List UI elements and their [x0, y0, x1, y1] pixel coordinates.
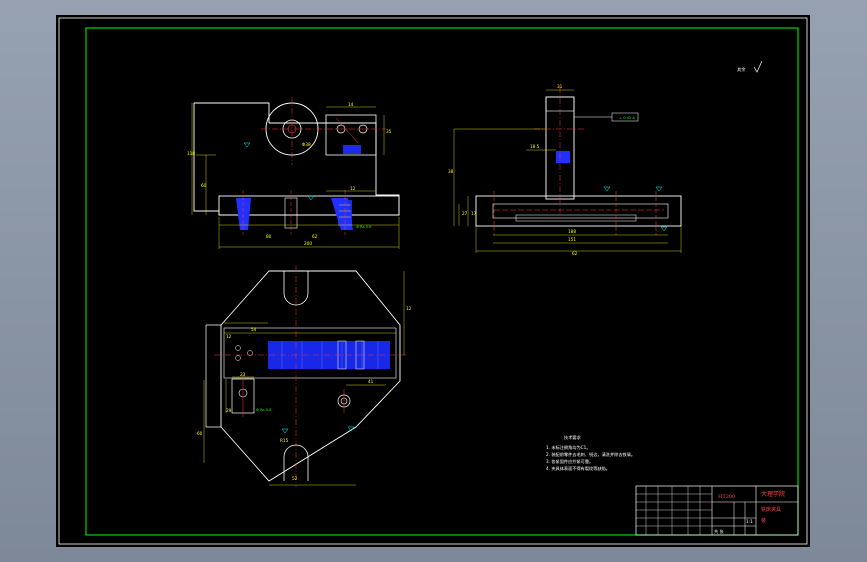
- drawing-name-2: 装: [761, 517, 766, 524]
- drawing-name: 铣床夹具: [761, 506, 781, 513]
- svg-text:41: 41: [368, 379, 374, 384]
- svg-text:118: 118: [187, 151, 195, 156]
- sheet-count-label: 共 张: [714, 528, 725, 535]
- drawing-sheet: 其余 118 60 80 62 200 14 35 Φ38 12 Φ Ra 0.…: [56, 15, 810, 547]
- svg-text:60: 60: [201, 183, 207, 188]
- plan-view: 54 12 41 23 29 60 R15 52 12 Φ Ra 0.8: [197, 265, 412, 487]
- svg-text:80: 80: [266, 234, 272, 239]
- school-label: 大理学院: [761, 490, 785, 498]
- svg-text:18.5: 18.5: [530, 144, 540, 149]
- front-view: 118 60 80 62 200 14 35 Φ38 12 Φ Ra 0.8: [187, 97, 400, 249]
- svg-text:23: 23: [240, 372, 246, 377]
- svg-text:3. 各紧固件应拧紧可靠。: 3. 各紧固件应拧紧可靠。: [546, 458, 593, 465]
- svg-text:4. 夹具体表面不得有裂纹等缺陷。: 4. 夹具体表面不得有裂纹等缺陷。: [546, 465, 610, 472]
- svg-text:27: 27: [462, 211, 468, 216]
- svg-text:14: 14: [348, 102, 354, 107]
- svg-text:Φ Ra 0.8: Φ Ra 0.8: [256, 408, 272, 412]
- svg-text:38: 38: [448, 169, 454, 174]
- roughness-symbol-icon: [753, 60, 763, 73]
- svg-text:151: 151: [568, 237, 576, 242]
- inner-border: [85, 27, 799, 536]
- svg-text:12: 12: [226, 334, 232, 339]
- svg-text:200: 200: [304, 241, 312, 246]
- tech-requirements: 技术要求 1. 未标注倒角均为C1。 2. 装配前零件去毛刺、锐边，清洗并除去铁…: [546, 434, 635, 472]
- svg-text:2. 装配前零件去毛刺、锐边，清洗并除去铁屑。: 2. 装配前零件去毛刺、锐边，清洗并除去铁屑。: [546, 451, 635, 458]
- scale-label: 1:1: [746, 519, 753, 524]
- svg-text:52: 52: [292, 476, 298, 481]
- svg-text:12: 12: [406, 306, 412, 311]
- side-view: ⊥ 0.02 A 31 18.5 188 151 62 38 27 17: [448, 84, 682, 256]
- svg-text:R15: R15: [280, 438, 289, 443]
- svg-text:Φ Ra 0.8: Φ Ra 0.8: [356, 225, 372, 229]
- svg-text:54: 54: [251, 327, 257, 332]
- svg-text:17: 17: [471, 211, 477, 216]
- svg-text:1. 未标注倒角均为C1。: 1. 未标注倒角均为C1。: [546, 444, 590, 451]
- svg-text:62: 62: [312, 234, 318, 239]
- svg-text:29: 29: [226, 408, 232, 413]
- svg-text:60: 60: [197, 431, 203, 436]
- svg-text:⊥ 0.02 A: ⊥ 0.02 A: [619, 116, 635, 120]
- svg-text:35: 35: [386, 129, 392, 134]
- cad-drawing: 其余 118 60 80 62 200 14 35 Φ38 12 Φ Ra 0.…: [58, 17, 808, 545]
- roughness-note: 其余: [737, 66, 746, 73]
- outer-border: [58, 17, 808, 545]
- title-block: HT200 大理学院 铣床夹具 装 1:1 共 张: [635, 485, 799, 536]
- material-label: HT200: [718, 494, 735, 500]
- svg-text:12: 12: [350, 186, 356, 191]
- svg-text:技术要求: 技术要求: [564, 434, 582, 441]
- svg-text:188: 188: [568, 229, 576, 234]
- svg-text:62: 62: [572, 251, 578, 256]
- svg-text:31: 31: [557, 84, 563, 89]
- svg-text:Φ38: Φ38: [302, 142, 311, 147]
